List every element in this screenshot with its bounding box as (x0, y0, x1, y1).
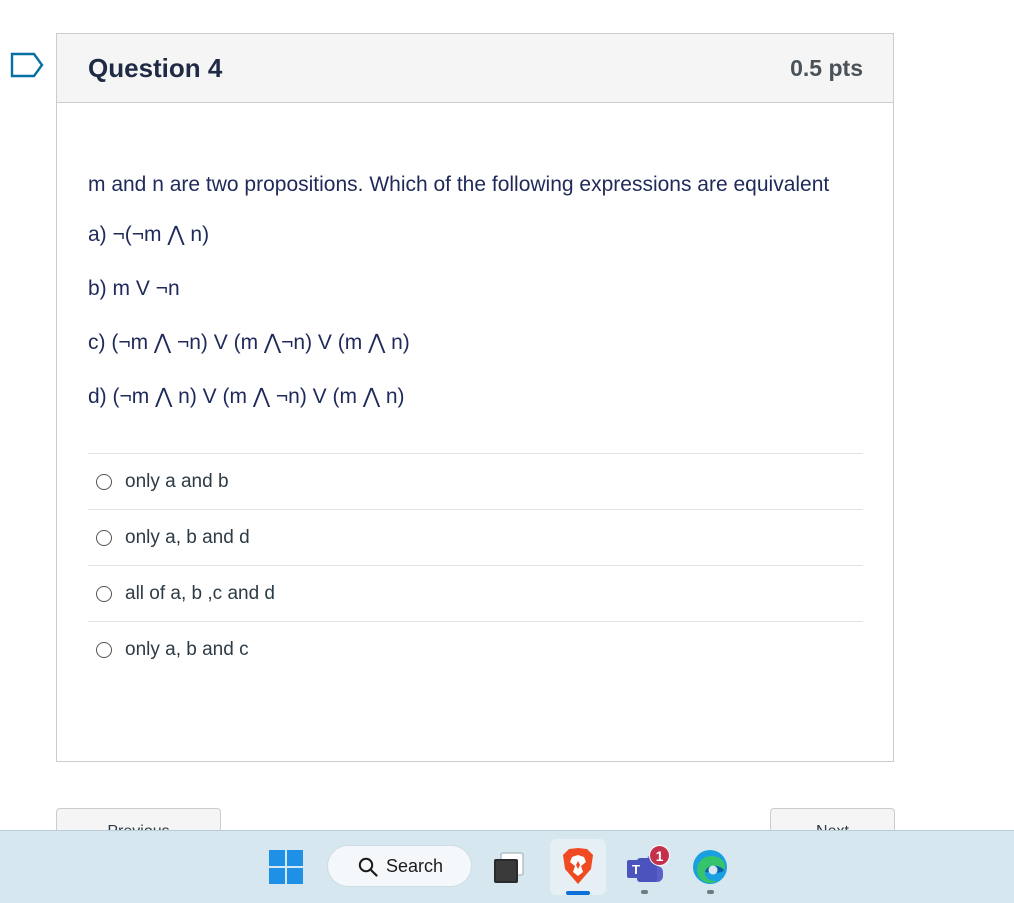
brave-browser-icon[interactable] (561, 847, 595, 885)
flag-question-icon[interactable] (10, 52, 44, 78)
answer-label[interactable]: all of a, b ,c and d (125, 583, 275, 605)
radio-button[interactable] (96, 473, 112, 490)
expression-b: b) m V ¬n (88, 277, 180, 300)
expression-c: c) (¬m ⋀ ¬n) V (m ⋀¬n) V (m ⋀ n) (88, 331, 410, 354)
question-card: Question 4 0.5 pts m and n are two propo… (56, 33, 894, 762)
expression-d: d) (¬m ⋀ n) V (m ⋀ ¬n) V (m ⋀ n) (88, 385, 405, 408)
active-app-indicator (566, 891, 590, 895)
taskbar-search-box[interactable]: Search (327, 845, 472, 887)
task-view-icon[interactable] (492, 851, 526, 885)
search-icon (358, 857, 378, 877)
windows-start-icon[interactable] (269, 850, 303, 884)
answer-option[interactable]: only a, b and c (88, 622, 863, 678)
running-app-indicator (707, 890, 714, 894)
question-text: m and n are two propositions. Which of t… (88, 173, 830, 196)
question-title: Question 4 (88, 52, 223, 83)
edge-browser-icon[interactable] (691, 848, 729, 886)
answer-list: only a and b only a, b and d all of a, b… (88, 453, 863, 678)
answer-label[interactable]: only a, b and d (125, 527, 250, 549)
radio-button[interactable] (96, 642, 112, 658)
answer-option[interactable]: only a and b (88, 454, 863, 510)
question-points: 0.5 pts (790, 54, 863, 81)
running-app-indicator (641, 890, 648, 894)
notification-badge: 1 (649, 845, 670, 866)
question-body: m and n are two propositions. Which of t… (57, 103, 893, 678)
question-header: Question 4 0.5 pts (57, 34, 893, 103)
answer-option[interactable]: all of a, b ,c and d (88, 566, 863, 622)
radio-button[interactable] (96, 529, 112, 546)
answer-label[interactable]: only a, b and c (125, 639, 249, 661)
answer-label[interactable]: only a and b (125, 471, 229, 493)
answer-option[interactable]: only a, b and d (88, 510, 863, 566)
windows-taskbar: Search T 1 (0, 830, 1014, 903)
radio-button[interactable] (96, 585, 112, 602)
svg-text:T: T (632, 862, 640, 877)
search-label: Search (386, 855, 444, 876)
expression-a: a) ¬(¬m ⋀ n) (88, 223, 210, 246)
